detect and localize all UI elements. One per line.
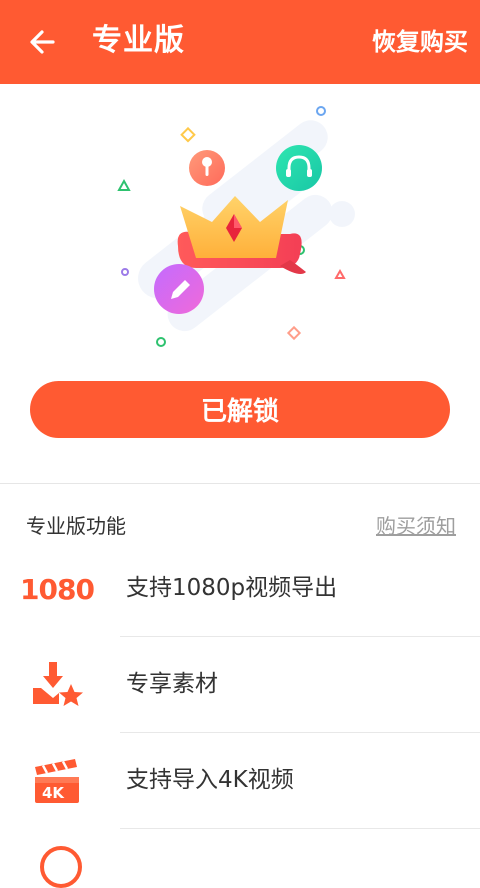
next-feature-icon bbox=[40, 846, 82, 888]
arrow-left-icon bbox=[30, 30, 55, 54]
divider bbox=[0, 483, 480, 484]
purchase-notice-link[interactable]: 购买须知 bbox=[376, 512, 456, 540]
1080p-icon: 1080 bbox=[20, 561, 95, 617]
back-button[interactable] bbox=[24, 24, 60, 60]
1080p-icon-text: 1080 bbox=[20, 572, 95, 606]
sparkle-diamond-icon bbox=[180, 126, 196, 143]
feature-label: 支持导入4K视频 bbox=[126, 767, 294, 793]
page-title: 专业版 bbox=[92, 23, 185, 58]
clapperboard-4k-icon: 4K bbox=[26, 753, 88, 809]
download-star-icon bbox=[26, 657, 88, 713]
feature-item-import-4k: 4K 支持导入4K视频 bbox=[0, 733, 480, 829]
feature-label: 专享素材 bbox=[126, 671, 218, 697]
feature-item-exclusive-material: 专享素材 bbox=[0, 637, 480, 733]
top-app-bar: 专业版 恢复购买 bbox=[0, 0, 480, 84]
section-title: 专业版功能 bbox=[26, 514, 126, 538]
unlocked-button[interactable]: 已解锁 bbox=[30, 381, 450, 438]
divider bbox=[120, 828, 480, 829]
feature-label: 支持1080p视频导出 bbox=[126, 575, 338, 601]
feature-item-1080p: 1080 支持1080p视频导出 bbox=[0, 541, 480, 637]
4k-icon-text: 4K bbox=[42, 784, 65, 802]
crown-illustration bbox=[117, 106, 355, 347]
restore-purchase-button[interactable]: 恢复购买 bbox=[372, 24, 468, 60]
